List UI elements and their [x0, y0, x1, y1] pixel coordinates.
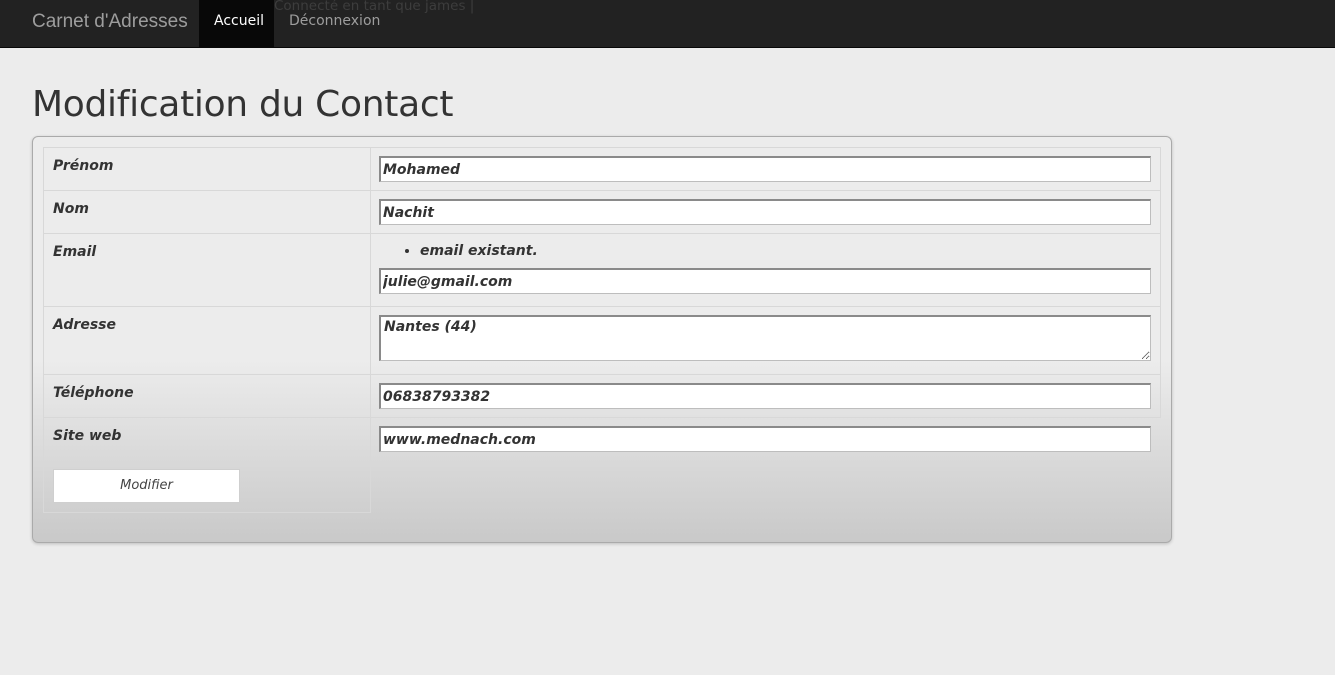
nom-input[interactable] [379, 199, 1151, 225]
navbar: Carnet d'Adresses Accueil Connecté en ta… [0, 0, 1335, 48]
nav-item-deconnexion[interactable]: Déconnexion [289, 13, 380, 29]
email-label: Email [43, 233, 371, 307]
form-row-telephone: Téléphone [43, 374, 1161, 418]
modifier-button[interactable]: Modifier [53, 468, 240, 503]
telephone-label: Téléphone [43, 374, 371, 418]
nav-item-accueil[interactable]: Accueil [199, 0, 274, 47]
site-web-input[interactable] [379, 426, 1151, 452]
brand-link[interactable]: Carnet d'Adresses [32, 11, 188, 33]
form-row-prenom: Prénom [43, 147, 1161, 191]
form-row-adresse: Adresse Nantes (44) [43, 306, 1161, 375]
logged-in-status: Connecté en tant que james | [274, 0, 475, 14]
prenom-label: Prénom [43, 147, 371, 191]
email-input[interactable] [379, 268, 1151, 294]
page-title: Modification du Contact [32, 84, 454, 125]
nav-item-accueil-label: Accueil [214, 13, 264, 29]
form-row-site-web: Site web [43, 417, 1161, 461]
form-row-nom: Nom [43, 190, 1161, 234]
email-error-message: email existant. [420, 243, 1152, 260]
contact-form: Prénom Nom Email email existant. Adresse… [43, 147, 1161, 513]
adresse-textarea[interactable]: Nantes (44) [379, 315, 1151, 361]
prenom-input[interactable] [379, 156, 1151, 182]
nom-label: Nom [43, 190, 371, 234]
telephone-input[interactable] [379, 383, 1151, 409]
adresse-label: Adresse [43, 306, 371, 375]
form-row-submit: Modifier [43, 460, 1161, 513]
site-web-label: Site web [43, 417, 371, 461]
form-row-email: Email email existant. [43, 233, 1161, 307]
email-error-list: email existant. [420, 242, 1152, 260]
